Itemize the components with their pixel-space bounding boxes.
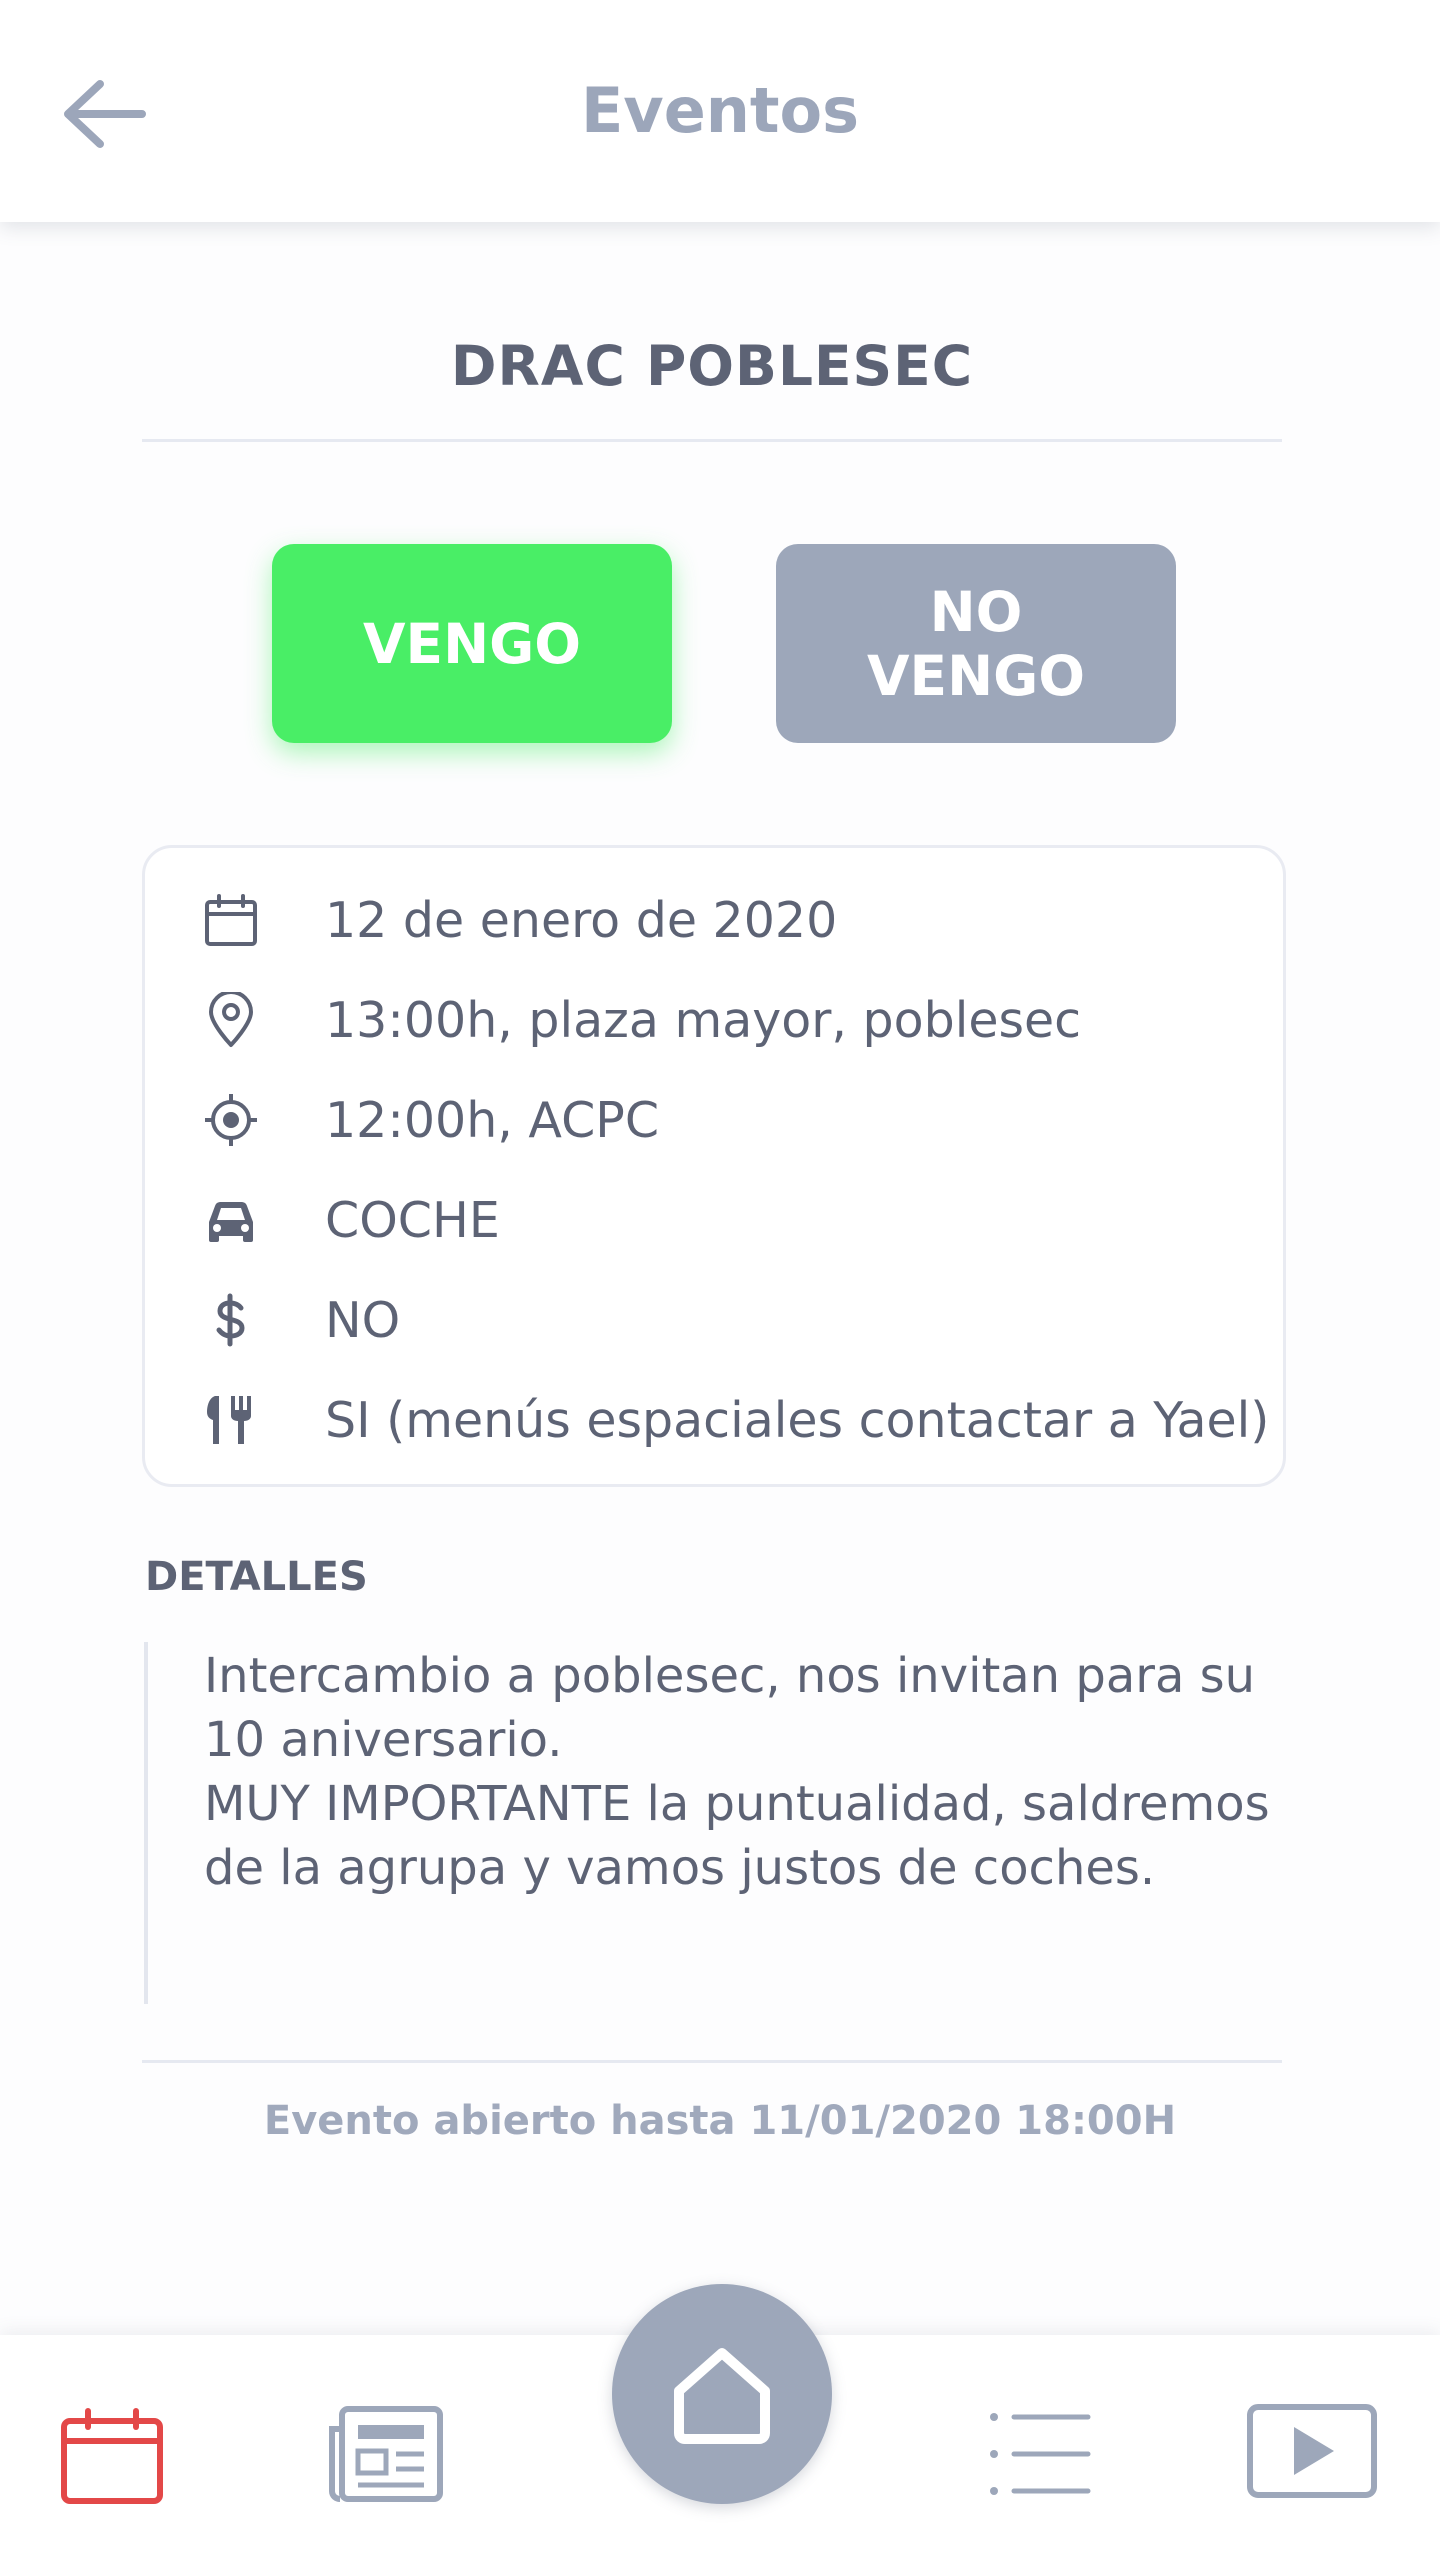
details-quote-bar bbox=[144, 1642, 148, 2004]
info-text-food: SI (menús espaciales contactar a Yael) bbox=[325, 1392, 1270, 1449]
info-row-food: SI (menús espaciales contactar a Yael) bbox=[145, 1370, 1283, 1470]
attend-button-label: VENGO bbox=[362, 611, 582, 676]
crosshair-icon bbox=[205, 1094, 257, 1146]
info-row-cost: NO bbox=[145, 1270, 1283, 1370]
info-text-meeting: 13:00h, plaza mayor, poblesec bbox=[325, 992, 1082, 1049]
calendar-icon bbox=[205, 894, 257, 946]
nav-events[interactable] bbox=[60, 2407, 164, 2511]
footer-divider bbox=[142, 2060, 1282, 2063]
info-row-date: 12 de enero de 2020 bbox=[145, 870, 1283, 970]
details-label: DETALLES bbox=[145, 1554, 368, 1600]
not-attend-button[interactable]: NO VENGO bbox=[776, 544, 1176, 743]
app-header: Eventos bbox=[0, 0, 1440, 222]
dollar-icon bbox=[216, 1293, 245, 1347]
title-divider bbox=[142, 439, 1282, 442]
event-deadline-note: Evento abierto hasta 11/01/2020 18:00H bbox=[263, 2098, 1177, 2144]
newspaper-icon bbox=[329, 2406, 443, 2502]
attend-button[interactable]: VENGO bbox=[272, 544, 672, 743]
home-icon bbox=[674, 2348, 770, 2444]
page-title: Eventos bbox=[580, 74, 860, 147]
home-button[interactable] bbox=[612, 2284, 832, 2504]
info-row-departure: 12:00h, ACPC bbox=[145, 1070, 1283, 1170]
calendar-icon bbox=[61, 2408, 163, 2504]
nav-list[interactable] bbox=[988, 2409, 1092, 2503]
not-attend-button-label: NO VENGO bbox=[866, 579, 1086, 708]
car-icon bbox=[209, 1202, 253, 1242]
map-pin-icon bbox=[209, 992, 253, 1047]
info-row-transport: COCHE bbox=[145, 1170, 1283, 1270]
info-text-date: 12 de enero de 2020 bbox=[325, 892, 838, 949]
info-row-meeting: 13:00h, plaza mayor, poblesec bbox=[145, 970, 1283, 1070]
event-info-card: 12 de enero de 2020 13:00h, plaza mayor,… bbox=[142, 845, 1286, 1487]
nav-news[interactable] bbox=[328, 2405, 444, 2509]
utensils-icon bbox=[207, 1396, 251, 1444]
info-text-transport: COCHE bbox=[325, 1192, 500, 1249]
details-text: Intercambio a poblesec, nos invitan para… bbox=[204, 1648, 1270, 1896]
list-icon bbox=[990, 2413, 1091, 2495]
video-play-icon bbox=[1247, 2404, 1377, 2498]
info-text-departure: 12:00h, ACPC bbox=[325, 1092, 660, 1149]
event-title: DRAC POBLESEC bbox=[450, 334, 974, 398]
info-text-cost: NO bbox=[325, 1292, 401, 1349]
nav-videos[interactable] bbox=[1246, 2403, 1378, 2503]
